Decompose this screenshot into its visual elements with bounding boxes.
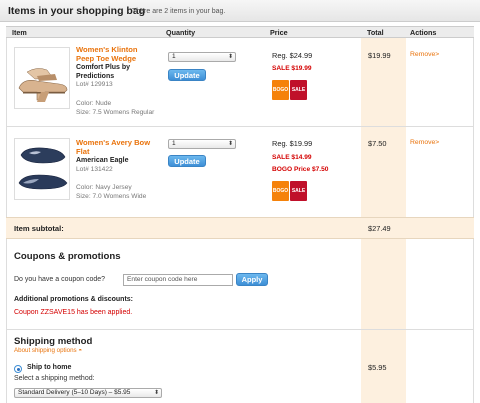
column-headers: Item Quantity Price Total Actions	[6, 26, 474, 38]
page-title: Items in your shopping bag	[8, 5, 146, 17]
col-item: Item	[12, 28, 27, 37]
sale-badge: SALE	[290, 80, 307, 100]
product-name-line1[interactable]: Women's Klinton	[76, 45, 156, 54]
col-total: Total	[367, 28, 384, 37]
remove-link[interactable]: Remove>	[410, 51, 439, 58]
line-total: $19.99	[368, 51, 391, 60]
apply-coupon-button[interactable]: Apply	[236, 273, 268, 286]
shipping-cost: $5.95	[368, 363, 387, 372]
product-image-klinton[interactable]	[14, 47, 70, 109]
chat-bubble-icon: ◓	[78, 347, 83, 354]
brand-line2: Predictions	[76, 72, 115, 80]
select-arrows-icon: ⬍	[227, 141, 233, 147]
product-name-line2[interactable]: Flat	[76, 147, 156, 156]
update-button[interactable]: Update	[168, 155, 206, 167]
sale-badge: SALE	[290, 181, 307, 201]
product-brand: Comfort Plus by Predictions	[76, 64, 156, 81]
shipping-selected-value: Standard Delivery (5–10 Days) – $5.95	[18, 389, 131, 396]
coupon-placeholder: Enter coupon code here	[127, 276, 198, 283]
product-brand: American Eagle	[76, 157, 129, 164]
bogo-badge: BOGO	[272, 80, 289, 100]
product-lot: Lot# 131422	[76, 165, 113, 173]
col-quantity: Quantity	[166, 28, 196, 37]
sale-price: SALE $14.99	[272, 154, 312, 161]
bag-header: Items in your shopping bag There are 2 i…	[0, 0, 480, 22]
about-shipping-text[interactable]: About shipping options	[14, 347, 77, 354]
regular-price: Reg. $19.99	[272, 139, 313, 148]
bogo-price: BOGO Price $7.50	[272, 166, 329, 173]
product-color: Color: Navy Jersey	[76, 184, 132, 191]
product-color: Color: Nude	[76, 100, 112, 107]
row-divider	[6, 126, 474, 127]
coupons-title: Coupons & promotions	[14, 251, 121, 262]
select-shipping-prompt: Select a shipping method:	[14, 375, 95, 382]
shipping-title: Shipping method	[14, 336, 93, 347]
coupon-question: Do you have a coupon code?	[14, 276, 106, 283]
remove-link[interactable]: Remove>	[410, 139, 439, 146]
product-name[interactable]: Women's Klinton Peep Toe Wedge	[76, 45, 156, 63]
coupon-code-input[interactable]: Enter coupon code here	[123, 274, 233, 286]
quantity-select[interactable]: 1 ⬍	[168, 139, 236, 149]
update-button[interactable]: Update	[168, 69, 206, 81]
product-name-line1[interactable]: Women's Avery Bow	[76, 138, 156, 147]
select-arrows-icon: ⬍	[227, 54, 233, 60]
subtotal-value: $27.49	[368, 224, 391, 233]
wedge-shoe-image	[18, 68, 68, 102]
section-divider	[6, 329, 474, 330]
sale-price: SALE $19.99	[272, 65, 312, 72]
bogo-badge: BOGO	[272, 181, 289, 201]
product-lot: Lot# 129913	[76, 81, 113, 88]
col-price: Price	[270, 28, 288, 37]
additional-promotions-title: Additional promotions & discounts:	[14, 296, 133, 303]
brand-line1: Comfort Plus by	[76, 64, 131, 71]
ship-to-home-label[interactable]: Ship to home	[27, 364, 71, 371]
select-arrows-icon: ⬍	[153, 390, 159, 396]
shipping-method-select[interactable]: Standard Delivery (5–10 Days) – $5.95 ⬍	[14, 388, 162, 398]
col-actions: Actions	[410, 28, 437, 37]
product-size: Size: 7.5 Womens Regular	[76, 109, 155, 116]
quantity-value: 1	[172, 53, 176, 60]
flat-shoe-image	[18, 147, 68, 190]
product-name[interactable]: Women's Avery Bow Flat	[76, 138, 156, 156]
product-name-line2[interactable]: Peep Toe Wedge	[76, 54, 156, 63]
subtotal-label: Item subtotal:	[14, 224, 64, 233]
subtotal-row: Item subtotal: $27.49	[6, 217, 474, 239]
coupon-applied-message: Coupon ZZSAVE15 has been applied.	[14, 309, 133, 316]
ship-to-home-radio[interactable]	[14, 365, 22, 373]
item-count-text: There are 2 items in your bag.	[132, 8, 226, 15]
line-total: $7.50	[368, 139, 387, 148]
about-shipping-link[interactable]: About shipping options ◓	[14, 347, 82, 354]
quantity-select[interactable]: 1 ⬍	[168, 52, 236, 62]
product-image-avery[interactable]	[14, 138, 70, 200]
product-size: Size: 7.0 Womens Wide	[76, 193, 147, 200]
quantity-value: 1	[172, 140, 176, 147]
regular-price: Reg. $24.99	[272, 51, 313, 60]
